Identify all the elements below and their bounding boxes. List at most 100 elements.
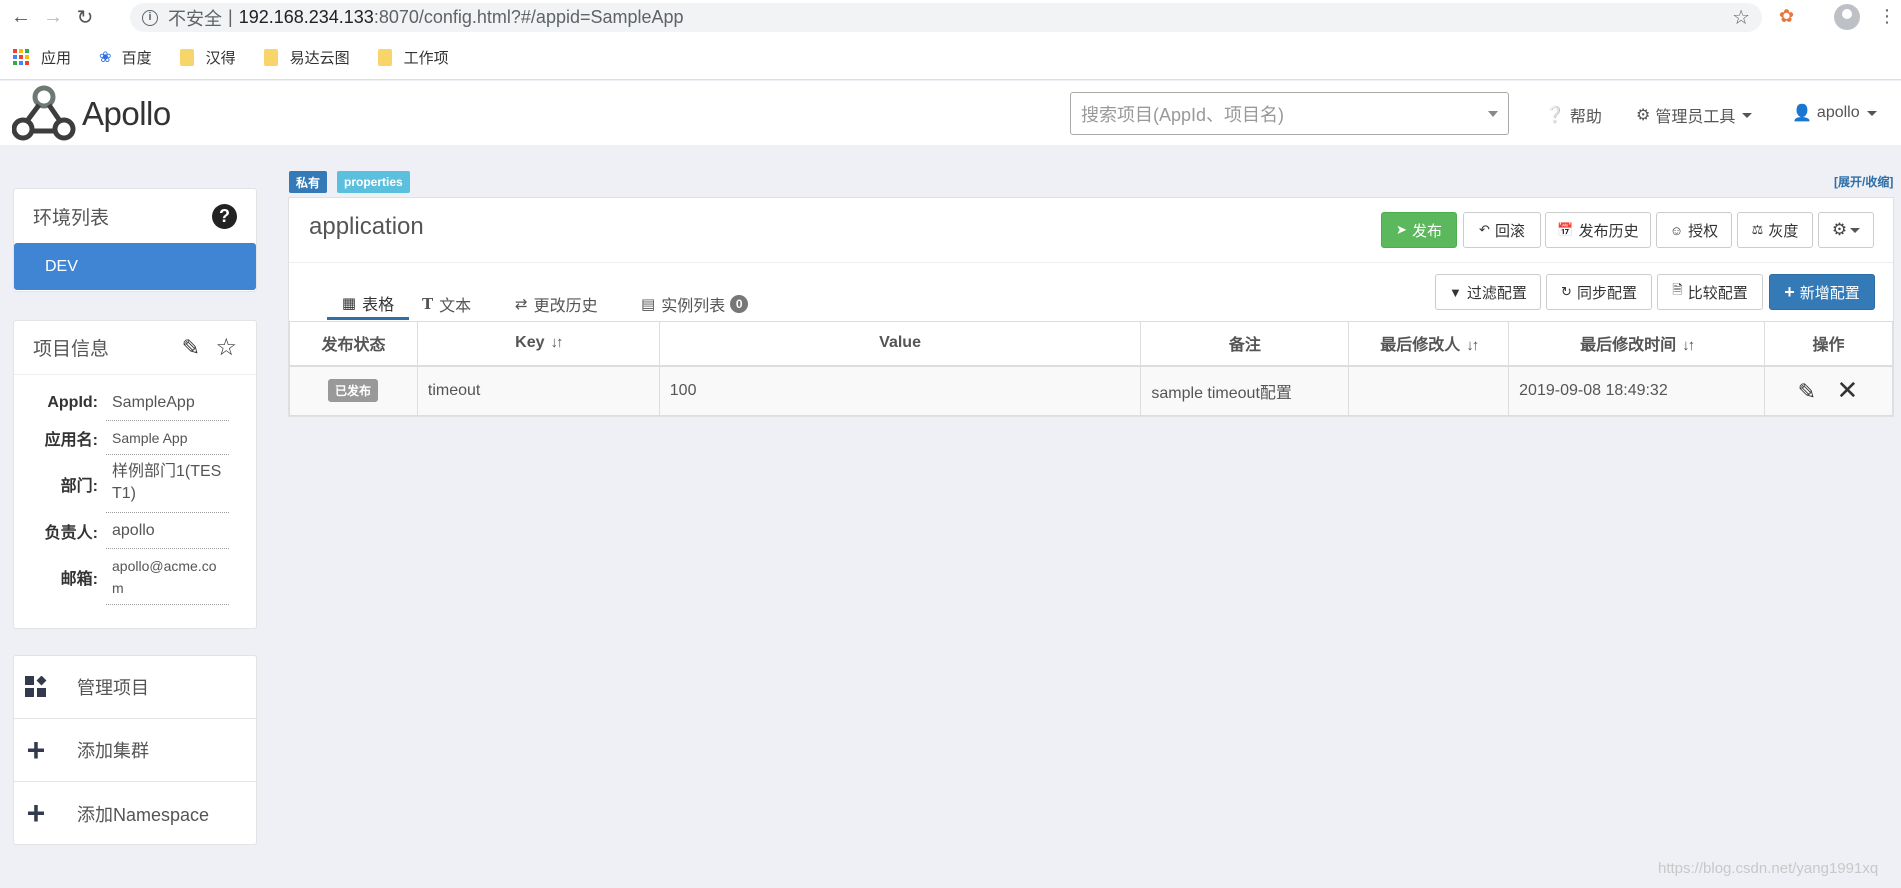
tab-table[interactable]: ▦ 表格: [327, 288, 409, 320]
col-modified-time[interactable]: 最后修改时间 ↓↑: [1508, 321, 1765, 367]
plus-icon: +: [1784, 281, 1795, 302]
grant-button[interactable]: ☺ 授权: [1656, 212, 1732, 248]
cell-value: 100: [658, 365, 1142, 416]
user-label: apollo: [1816, 104, 1860, 121]
insecure-label: 不安全: [168, 8, 222, 29]
undo-icon: ↶: [1479, 222, 1490, 237]
env-item-dev[interactable]: DEV: [14, 243, 256, 290]
folder-icon: [377, 48, 392, 66]
cell-key: timeout: [416, 365, 660, 416]
sort-icon[interactable]: ↓↑: [1682, 337, 1695, 354]
cell-status: 已发布: [289, 365, 418, 416]
star-icon[interactable]: ☆: [215, 333, 237, 362]
help-circle-icon[interactable]: ?: [212, 204, 237, 229]
env-list-panel: 环境列表 ? DEV: [13, 188, 257, 292]
help-link[interactable]: ❔ 帮助: [1545, 103, 1602, 127]
action-label: 管理项目: [77, 678, 149, 698]
filter-config-button[interactable]: ▼ 过滤配置: [1435, 274, 1541, 310]
col-modifier[interactable]: 最后修改人 ↓↑: [1348, 321, 1510, 367]
bookmark-folder-work[interactable]: 工作项: [377, 47, 449, 68]
url-host: 192.168.234.133: [238, 7, 374, 27]
table-header-row: 发布状态 Key ↓↑ Value 备注 最后修改人 ↓↑ 最后修改时间 ↓↑ 操作: [289, 321, 1893, 367]
chevron-down-icon: [1866, 110, 1877, 116]
header-label: Key: [515, 334, 545, 352]
bookmarks-bar: 应用 ❀ 百度 汉得 易达云图 工作项: [0, 35, 1901, 80]
bookmark-label: 工作项: [403, 49, 449, 67]
btn-label: 灰度: [1768, 222, 1799, 240]
edit-icon[interactable]: ✎: [1798, 379, 1816, 405]
close-icon[interactable]: ✕: [1837, 375, 1859, 406]
project-search-select[interactable]: 搜索项目(AppId、项目名): [1070, 92, 1509, 135]
flask-icon: ⚖: [1751, 222, 1764, 237]
calendar-icon: 📅: [1557, 222, 1574, 237]
bookmark-folder-hande[interactable]: 汉得: [179, 47, 236, 68]
diff-config-button[interactable]: 🗎 比较配置: [1657, 274, 1763, 310]
project-actions-panel: 管理项目 + 添加集群 + 添加Namespace: [13, 655, 257, 845]
rollback-button[interactable]: ↶ 回滚: [1463, 212, 1541, 248]
browser-menu-icon[interactable]: ⋮: [1878, 6, 1896, 27]
sync-config-button[interactable]: ↻ 同步配置: [1546, 274, 1652, 310]
table-row: 已发布 timeout 100 sample timeout配置 2019-09…: [289, 365, 1893, 416]
address-bar[interactable]: i 不安全 | 192.168.234.133 :8070/config.htm…: [130, 3, 1762, 32]
file-icon: 🗎: [1672, 282, 1683, 297]
tab-instances[interactable]: ▤ 实例列表 0: [641, 288, 749, 320]
tab-label: 更改历史: [533, 298, 598, 315]
bookmark-label: 应用: [41, 49, 72, 67]
list-icon: ▤: [641, 296, 656, 313]
url-path: :8070/config.html?#/appid=SampleApp: [373, 7, 684, 27]
manage-project-button[interactable]: 管理项目: [14, 656, 256, 719]
text-icon: T: [422, 295, 434, 313]
gray-release-button[interactable]: ⚖ 灰度: [1737, 212, 1813, 248]
bookmark-star-icon[interactable]: ☆: [1732, 5, 1750, 30]
admin-tools-dropdown[interactable]: ⚙ 管理员工具: [1636, 103, 1753, 127]
add-namespace-button[interactable]: + 添加Namespace: [14, 782, 256, 845]
info-label: AppId:: [47, 394, 98, 411]
release-history-button[interactable]: 📅 发布历史: [1545, 212, 1651, 248]
url-separator: |: [228, 7, 233, 27]
expand-collapse-link[interactable]: [展开/收缩]: [1834, 173, 1893, 190]
bookmark-label: 汉得: [205, 49, 236, 67]
refresh-icon: ↻: [1561, 284, 1572, 299]
extension-icon[interactable]: ✿: [1779, 6, 1794, 27]
bookmark-apps[interactable]: 应用: [13, 47, 71, 68]
header-label: 操作: [1812, 337, 1845, 355]
edit-icon[interactable]: ✎: [182, 335, 200, 361]
add-cluster-button[interactable]: + 添加集群: [14, 719, 256, 782]
tab-label: 表格: [362, 296, 395, 314]
info-row-appname: 应用名: Sample App: [14, 421, 256, 455]
info-value: SampleApp: [106, 385, 229, 421]
filter-icon: ▼: [1449, 284, 1462, 300]
site-info-icon[interactable]: i: [142, 9, 158, 26]
sort-icon[interactable]: ↓↑: [551, 334, 564, 351]
apollo-logo[interactable]: Apollo: [12, 85, 182, 143]
action-label: 添加集群: [77, 741, 149, 761]
btn-label: 过滤配置: [1466, 284, 1527, 302]
sort-icon[interactable]: ↓↑: [1466, 337, 1479, 354]
col-key[interactable]: Key ↓↑: [416, 321, 660, 367]
user-dropdown[interactable]: 👤 apollo: [1792, 103, 1877, 123]
info-row-dept: 部门: 样例部门1(TEST1): [14, 455, 256, 513]
tab-label: 文本: [439, 298, 472, 315]
tab-text[interactable]: T 文本: [422, 288, 471, 320]
publish-button[interactable]: ➤ 发布: [1381, 212, 1457, 248]
exchange-icon: ⇄: [515, 296, 528, 313]
add-config-button[interactable]: + 新增配置: [1769, 274, 1875, 310]
bookmark-baidu[interactable]: ❀ 百度: [99, 47, 152, 68]
profile-avatar-icon[interactable]: [1834, 4, 1860, 30]
action-label: 添加Namespace: [77, 804, 210, 825]
forward-icon[interactable]: →: [37, 2, 69, 34]
reload-icon[interactable]: ↻: [69, 2, 101, 34]
settings-dropdown-button[interactable]: ⚙: [1818, 212, 1874, 248]
folder-icon: [179, 48, 194, 66]
back-icon[interactable]: ←: [5, 2, 37, 34]
search-placeholder: 搜索项目(AppId、项目名): [1081, 104, 1285, 125]
col-comment: 备注: [1140, 321, 1350, 367]
apps-grid-icon: [13, 49, 29, 65]
header-divider: [289, 262, 1893, 263]
gear-icon: ⚙: [1636, 107, 1651, 124]
header-label: 备注: [1228, 337, 1261, 355]
tab-change-history[interactable]: ⇄ 更改历史: [515, 288, 598, 320]
bookmark-folder-yida[interactable]: 易达云图: [263, 47, 350, 68]
btn-label: 授权: [1688, 222, 1719, 240]
namespace-panel: application ➤ 发布 ↶ 回滚 📅 发布历史 ☺ 授权 ⚖ 灰度 ⚙…: [288, 197, 1894, 417]
